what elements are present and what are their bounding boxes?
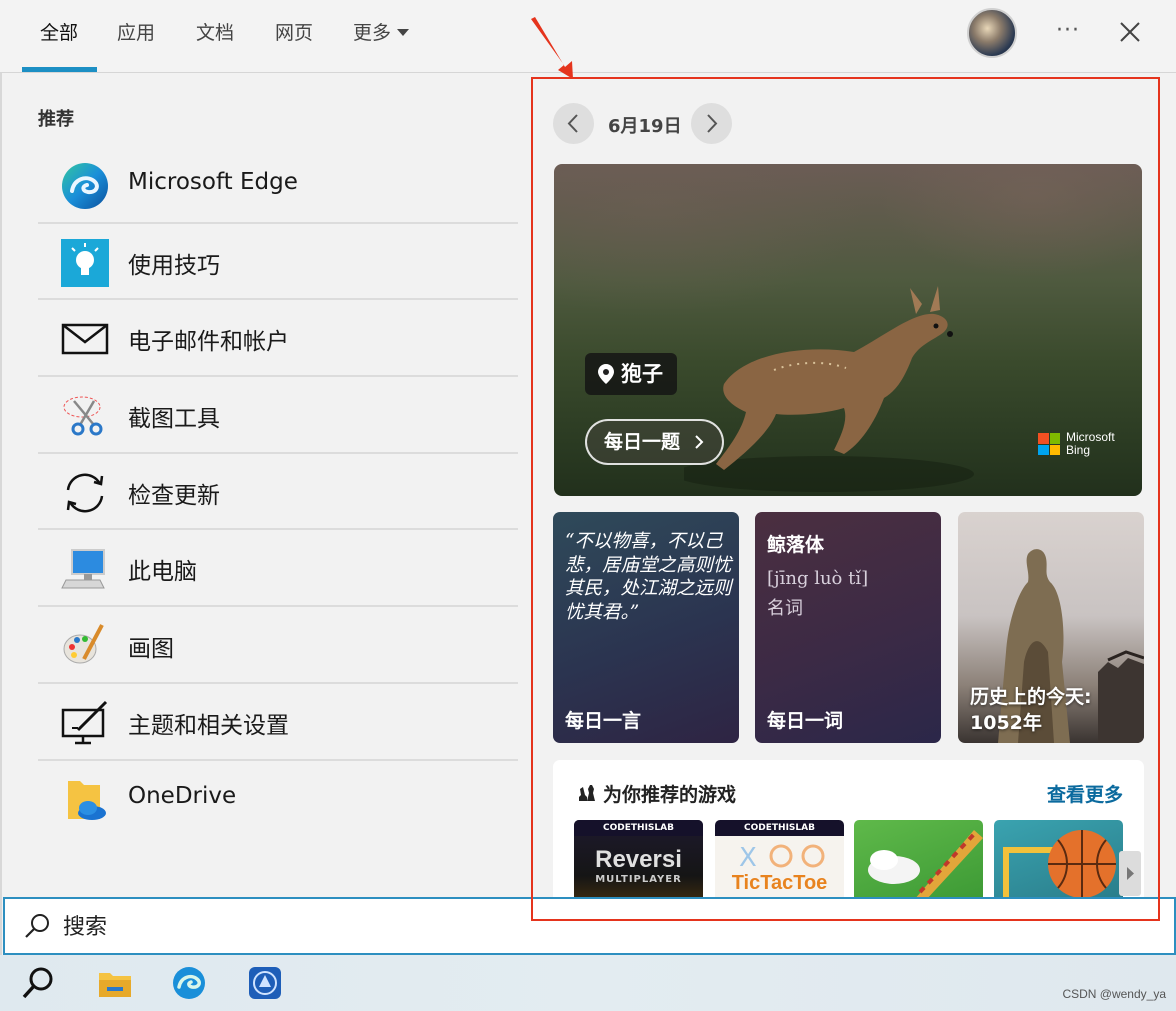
history-title: 历史上的今天: 1052年 (970, 686, 1092, 734)
bing-brand-text: Microsoft Bing (1066, 430, 1115, 457)
previous-day-button[interactable] (553, 103, 594, 144)
daily-quote-card[interactable]: “不以物喜，不以己悲，居庙堂之高则忧其民，处江湖之远则忧其君。” 每日一言 (553, 512, 739, 743)
next-day-button[interactable] (691, 103, 732, 144)
search-tab-bar: 全部 应用 文档 网页 更多 ··· (0, 0, 1176, 73)
word-part-of-speech: 名词 (767, 598, 803, 619)
search-input[interactable] (63, 912, 663, 942)
rec-item-label: Microsoft Edge (128, 169, 298, 195)
rec-item-this-pc[interactable]: 此电脑 (38, 530, 518, 608)
more-options-button[interactable]: ··· (1050, 16, 1086, 52)
rec-item-paint[interactable]: 画图 (38, 607, 518, 684)
chevron-down-icon (397, 29, 410, 36)
svg-text:X: X (739, 843, 757, 873)
tictactoe-grid-icon: X (739, 843, 825, 873)
games-scroll-right-button[interactable] (1119, 851, 1141, 896)
rec-item-theme-settings[interactable]: 主题和相关设置 (38, 684, 518, 761)
tab-apps[interactable]: 应用 (117, 18, 155, 52)
game-tile-tictactoe[interactable]: CODETHISLAB X TicTacToe (715, 820, 844, 900)
rec-item-check-updates[interactable]: 检查更新 (38, 454, 518, 531)
rec-item-snipping-tool[interactable]: 截图工具 (38, 377, 518, 454)
theme-settings-icon (61, 700, 108, 745)
rec-item-tips[interactable]: 使用技巧 (38, 224, 518, 301)
microsoft-bing-logo: Microsoft Bing (1038, 431, 1115, 457)
tips-lightbulb-icon (61, 238, 109, 287)
rec-item-mail-accounts[interactable]: 电子邮件和帐户 (38, 300, 518, 378)
deer-photo (684, 286, 974, 492)
tab-web[interactable]: 网页 (275, 18, 313, 52)
snipping-scissors-icon (63, 396, 103, 436)
rec-item-label: 主题和相关设置 (128, 712, 289, 739)
rec-item-label: 电子邮件和帐户 (128, 329, 289, 356)
tile-publisher-banner: CODETHISLAB (715, 820, 844, 836)
daily-quiz-label: 每日一题 (604, 431, 681, 453)
rec-item-microsoft-edge[interactable]: Microsoft Edge (38, 147, 518, 224)
chevron-right-icon (707, 114, 718, 133)
tab-more-label: 更多 (353, 22, 392, 44)
active-tab-indicator (22, 67, 97, 72)
tab-all[interactable]: 全部 (40, 18, 78, 52)
game-name-tictactoe: TicTacToe (731, 872, 828, 894)
quote-card-footer: 每日一言 (565, 710, 642, 732)
mail-envelope-icon (61, 324, 109, 355)
recommended-games-panel: 为你推荐的游戏 查看更多 CODETHISLAB Reversi MULTIPL… (553, 760, 1144, 900)
daily-word-card[interactable]: 鲸落体 [jīng luò tǐ] 名词 每日一词 (755, 512, 941, 743)
chevron-left-icon (567, 114, 578, 133)
user-avatar[interactable] (967, 8, 1017, 58)
computer-icon (61, 549, 105, 589)
close-icon[interactable] (1114, 16, 1146, 48)
refresh-sync-icon (66, 473, 104, 513)
edge-icon (62, 163, 108, 209)
basketball-game-art (1003, 830, 1116, 900)
app-icon[interactable] (247, 965, 283, 1001)
game-tile-basketball[interactable] (994, 820, 1123, 900)
word-title: 鲸落体 (767, 534, 825, 556)
rec-item-label: 画图 (128, 636, 174, 663)
history-today-card[interactable]: 历史上的今天: 1052年 (958, 512, 1144, 743)
paint-palette-icon (63, 624, 104, 664)
recommended-list: Microsoft Edge 使用技巧 电子邮件和帐户 截图工具 检查更新 此电… (38, 147, 518, 837)
search-icon (25, 914, 49, 938)
bing-daily-image[interactable]: 狍子 每日一题 Microsoft Bing (554, 164, 1142, 496)
watermark-text: CSDN @wendy_ya (1062, 987, 1166, 1001)
game-subtitle-reversi: MULTIPLAYER (595, 874, 682, 885)
tile-publisher-banner: CODETHISLAB (574, 820, 703, 836)
location-badge[interactable]: 狍子 (585, 353, 677, 395)
game-tile-snake[interactable] (854, 820, 983, 900)
word-pinyin: [jīng luò tǐ] (767, 568, 869, 589)
annotation-arrow (531, 17, 573, 79)
file-explorer-icon[interactable] (97, 965, 133, 1001)
location-name: 狍子 (621, 362, 663, 386)
onedrive-folder-icon (68, 780, 106, 820)
search-icon[interactable] (20, 965, 56, 1001)
rec-item-label: OneDrive (128, 782, 237, 809)
microsoft-logo-icon (1038, 433, 1060, 455)
rec-item-label: 使用技巧 (128, 252, 220, 279)
window-left-edge (0, 0, 2, 955)
search-box[interactable] (3, 897, 1176, 955)
tab-documents[interactable]: 文档 (196, 18, 234, 52)
edge-icon[interactable] (171, 965, 207, 1001)
word-card-footer: 每日一词 (767, 710, 844, 732)
taskbar: CSDN @wendy_ya (0, 955, 1176, 1011)
rec-item-label: 检查更新 (128, 482, 220, 509)
daily-quiz-button[interactable]: 每日一题 (585, 419, 724, 465)
snake-game-art (868, 830, 983, 900)
recommended-heading: 推荐 (38, 109, 74, 130)
game-name-reversi: Reversi (595, 846, 682, 873)
rec-item-label: 截图工具 (128, 406, 220, 433)
chevron-right-icon (1127, 867, 1134, 880)
quote-text: “不以物喜，不以己悲，居庙堂之高则忧其民，处江湖之远则忧其君。” (565, 531, 732, 623)
rec-item-onedrive[interactable]: OneDrive (38, 761, 518, 838)
see-more-games-link[interactable]: 查看更多 (1047, 780, 1123, 807)
chevron-right-icon (695, 435, 704, 449)
tab-more[interactable]: 更多 (353, 18, 410, 52)
game-chess-icon (579, 785, 595, 801)
game-tile-reversi[interactable]: CODETHISLAB Reversi MULTIPLAYER (574, 820, 703, 900)
rec-item-label: 此电脑 (128, 559, 197, 586)
location-pin-icon (598, 364, 614, 384)
current-date: 6月19日 (608, 116, 682, 137)
games-title: 为你推荐的游戏 (603, 784, 737, 806)
